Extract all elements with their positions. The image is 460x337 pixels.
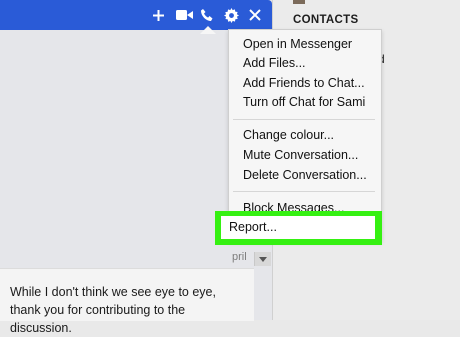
message-text: While I don't think we see eye to eye, t… (10, 285, 216, 335)
menu-caret (200, 26, 216, 34)
video-camera-icon[interactable] (174, 5, 194, 25)
menu-item-turn-off-chat[interactable]: Turn off Chat for Sami (243, 95, 365, 109)
menu-divider (233, 119, 375, 120)
menu-item-report[interactable]: Report... (221, 216, 375, 239)
contacts-heading: CONTACTS (293, 14, 359, 26)
menu-item-change-colour[interactable]: Change colour... (243, 128, 334, 142)
chat-options-menu: Open in Messenger Add Files... Add Frien… (228, 29, 382, 241)
avatar (293, 0, 305, 4)
menu-item-mute-conversation[interactable]: Mute Conversation... (243, 148, 358, 162)
report-label: Report... (229, 220, 277, 234)
menu-item-delete-conversation[interactable]: Delete Conversation... (243, 168, 367, 182)
close-icon[interactable] (246, 5, 264, 25)
menu-item-add-friends[interactable]: Add Friends to Chat... (243, 76, 365, 90)
scroll-down-button[interactable] (254, 252, 271, 266)
gear-icon[interactable] (221, 5, 241, 25)
date-fragment: pril (232, 251, 247, 263)
plus-icon[interactable] (150, 5, 166, 25)
menu-item-open-in-messenger[interactable]: Open in Messenger (243, 37, 352, 51)
message-bubble: While I don't think we see eye to eye, t… (0, 268, 254, 335)
chat-header (0, 0, 272, 30)
menu-item-add-files[interactable]: Add Files... (243, 56, 306, 70)
menu-divider (233, 191, 375, 192)
phone-icon[interactable] (198, 5, 216, 25)
